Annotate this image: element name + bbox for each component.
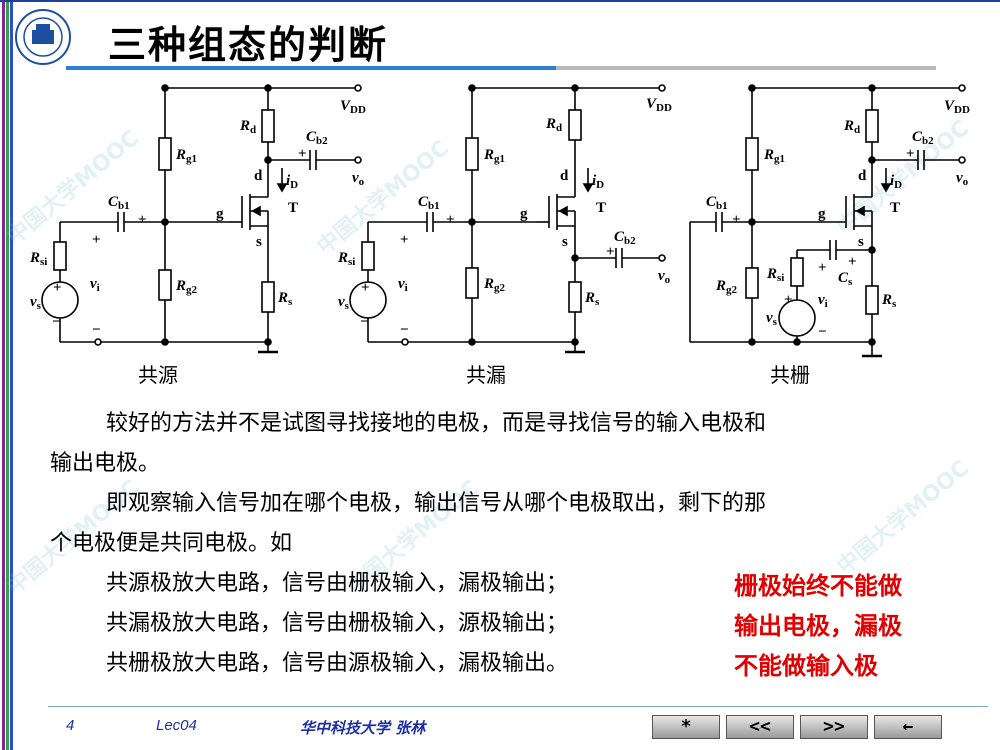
return-button[interactable]: ← (874, 715, 942, 739)
highlight-note: 不能做输入极 (734, 652, 878, 680)
circuit-common-drain (349, 84, 666, 354)
label-gate: g (818, 206, 826, 222)
label-vi: vi (90, 276, 100, 294)
label-rs: Rs (584, 290, 600, 308)
label-rg1: Rg1 (763, 147, 785, 165)
label-cs: Cs (838, 270, 853, 288)
label-gate: g (216, 206, 224, 222)
label-drain: d (254, 168, 263, 184)
label-transistor: T (890, 200, 900, 216)
label-rg2: Rg2 (483, 276, 506, 294)
prev-button[interactable]: << (726, 715, 794, 739)
label-plus: + (446, 212, 455, 228)
label-rs: Rs (277, 290, 293, 308)
highlight-note: 栅极始终不能做 (734, 572, 902, 600)
label-plus: + (784, 292, 793, 308)
label-minus: − (360, 314, 369, 330)
paragraph-line: 较好的方法并不是试图寻找接地的电极，而是寻找信号的输入电极和 (106, 411, 767, 436)
label-cb2: Cb2 (614, 229, 636, 247)
paragraph-line: 共源极放大电路，信号由栅极输入，漏极输出； (106, 571, 569, 596)
label-minus: − (52, 314, 61, 330)
label-vo: vo (956, 170, 969, 188)
paragraph-line: 共漏极放大电路，信号由栅极输入，源极输出； (106, 611, 569, 636)
paragraph-line: 输出电极。 (50, 451, 161, 476)
caption-common-drain: 共漏 (466, 363, 506, 387)
label-rd: Rd (239, 118, 256, 136)
home-button[interactable]: * (652, 715, 720, 739)
label-source: s (256, 234, 262, 250)
label-rg2: Rg2 (175, 278, 198, 296)
label-plus: + (732, 212, 741, 228)
label-vdd: VDD (340, 98, 366, 116)
label-id: iD (890, 173, 902, 191)
caption-common-gate: 共栅 (770, 363, 810, 387)
label-rsi: Rsi (766, 266, 784, 284)
label-id: iD (286, 173, 298, 191)
caption-common-source: 共源 (138, 363, 178, 387)
label-cb1: Cb1 (418, 194, 440, 212)
circuit-common-source (41, 84, 362, 354)
paragraph-line: 共栅极放大电路，信号由源极输入，漏极输出。 (106, 651, 569, 676)
label-vi: vi (818, 292, 828, 310)
label-drain: d (858, 168, 867, 184)
label-cb2: Cb2 (306, 129, 328, 147)
label-plus: + (298, 146, 307, 162)
next-button[interactable]: >> (800, 715, 868, 739)
label-vs: vs (766, 310, 778, 328)
highlight-note: 输出电极，漏极 (734, 612, 902, 640)
label-plus: + (848, 254, 857, 270)
lecture-label: Lec04 (156, 717, 197, 734)
footer-rule (48, 706, 988, 707)
label-vo: vo (658, 268, 671, 286)
paragraph-line: 个电极便是共同电极。如 (50, 531, 293, 556)
label-vdd: VDD (646, 96, 672, 114)
label-source: s (858, 234, 864, 250)
watermark: 中国大学MOOC (832, 455, 974, 581)
label-minus: − (400, 322, 409, 338)
paragraph-line: 即观察输入信号加在哪个电极，输出信号从哪个电极取出，剩下的那 (106, 491, 767, 516)
label-minus: − (92, 322, 101, 338)
label-plus: + (53, 280, 62, 296)
label-gate: g (520, 206, 528, 222)
label-rg1: Rg1 (175, 147, 197, 165)
label-plus: + (606, 244, 615, 260)
label-vdd: VDD (944, 98, 970, 116)
label-vo: vo (352, 170, 365, 188)
label-rd: Rd (545, 116, 562, 134)
label-transistor: T (596, 200, 606, 216)
label-cb1: Cb1 (706, 194, 728, 212)
label-vs: vs (30, 294, 42, 312)
label-rg2: Rg2 (715, 278, 738, 296)
label-minus: − (818, 324, 827, 340)
label-rg1: Rg1 (483, 147, 505, 165)
page-number: 4 (66, 717, 75, 734)
label-rsi: Rsi (337, 250, 355, 268)
label-plus: + (138, 212, 147, 228)
label-id: iD (592, 173, 604, 191)
label-vs: vs (338, 294, 350, 312)
label-drain: d (560, 168, 569, 184)
label-vi: vi (398, 276, 408, 294)
label-plus: + (906, 146, 915, 162)
label-plus: + (361, 280, 370, 296)
label-cb2: Cb2 (912, 129, 934, 147)
label-cb1: Cb1 (108, 194, 130, 212)
label-rs: Rs (881, 292, 897, 310)
label-transistor: T (288, 200, 298, 216)
label-plus: + (818, 260, 827, 276)
school-author: 华中科技大学 张林 (300, 719, 426, 737)
label-plus: + (92, 232, 101, 248)
label-source: s (562, 234, 568, 250)
label-rsi: Rsi (29, 250, 47, 268)
circuit-diagrams: VDD Rg1 Rg2 Rd Rs Rsi Cb1 Cb2 vo vi vs i… (29, 84, 970, 387)
label-plus: + (400, 232, 409, 248)
label-rd: Rd (843, 118, 860, 136)
